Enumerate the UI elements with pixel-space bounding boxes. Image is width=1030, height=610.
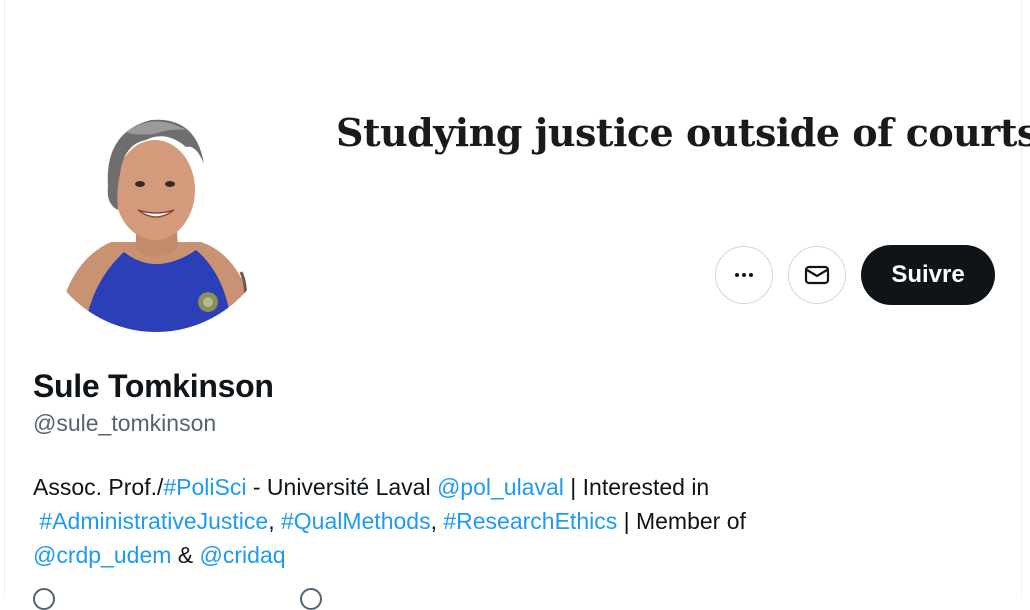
hashtag-research-ethics[interactable]: #ResearchEthics — [443, 508, 617, 534]
profile-handle: @sule_tomkinson — [33, 410, 217, 436]
mention-crdp-udem[interactable]: @crdp_udem — [33, 542, 171, 568]
bio-text: & — [171, 542, 200, 568]
bio-text: - Université Laval — [246, 474, 437, 500]
profile-meta-row — [33, 588, 322, 610]
bio-text: Assoc. Prof./ — [33, 474, 164, 500]
avatar[interactable] — [36, 92, 276, 332]
message-button[interactable] — [788, 246, 846, 304]
envelope-icon — [804, 265, 830, 285]
bio-text: | Interested in — [563, 474, 710, 500]
bio-text: , — [268, 508, 281, 534]
mention-pol-ulaval[interactable]: @pol_ulaval — [437, 474, 564, 500]
hashtag-polisci[interactable]: #PoliSci — [163, 474, 246, 500]
hashtag-qual-methods[interactable]: #QualMethods — [281, 508, 431, 534]
profile-bio: Assoc. Prof./#PoliSci - Université Laval… — [33, 470, 933, 572]
location-icon — [33, 588, 55, 610]
bio-text: , — [430, 508, 444, 534]
hashtag-administrative-justice[interactable]: #AdministrativeJustice — [39, 508, 268, 534]
mention-cridaq[interactable]: @cridaq — [200, 542, 286, 568]
profile-name: Sule Tomkinson — [33, 368, 274, 404]
avatar-photo — [36, 92, 276, 332]
banner-text: Studying justice outside of courts — [336, 110, 1030, 155]
more-button[interactable] — [715, 246, 773, 304]
profile-actions: Suivre — [715, 245, 995, 305]
follow-button[interactable]: Suivre — [861, 245, 995, 305]
bio-text: | Member of — [617, 508, 746, 534]
calendar-icon — [300, 588, 322, 610]
more-horizontal-icon — [735, 273, 753, 277]
